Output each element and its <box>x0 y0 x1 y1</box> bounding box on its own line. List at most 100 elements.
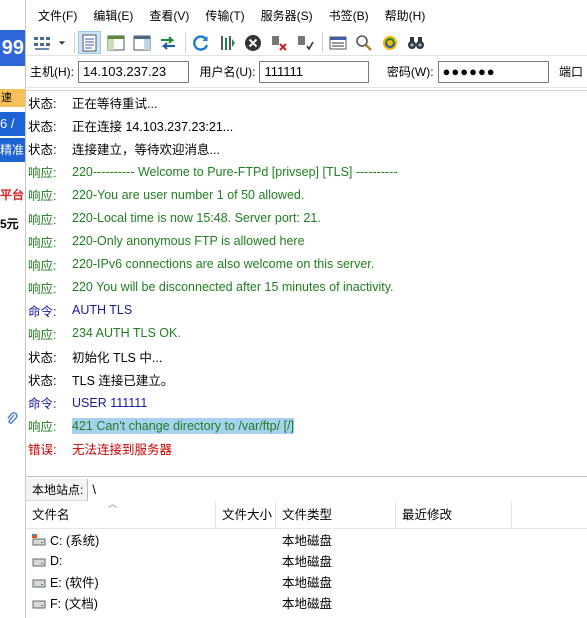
file-type: 本地磁盘 <box>282 576 333 590</box>
drive-icon <box>32 600 46 608</box>
site-manager-button[interactable] <box>30 31 53 54</box>
reconnect-icon <box>297 35 314 51</box>
local-path-input[interactable]: \ <box>88 478 587 501</box>
log-row-selected: 响应: 421 Can't change directory to /var/ft… <box>26 414 587 437</box>
background-text: 6 / <box>0 112 25 136</box>
toolbar-separator <box>185 32 186 53</box>
message-log[interactable]: 状态: 正在等待重试... 状态: 正在连接 14.103.237.23:21...… <box>26 90 587 477</box>
file-type: 本地磁盘 <box>282 555 333 569</box>
filter-icon <box>329 36 346 49</box>
file-name: C: (系统) <box>50 534 100 548</box>
log-type: 状态: <box>28 120 57 135</box>
process-queue-button[interactable] <box>215 31 238 54</box>
toggle-remote-tree-button[interactable] <box>130 31 153 54</box>
log-message: 正在等待重试... <box>72 97 158 112</box>
toolbar-separator <box>74 32 75 53</box>
background-text: 精准 <box>0 138 25 162</box>
log-row: 命令: AUTH TLS <box>26 299 587 322</box>
refresh-button[interactable] <box>189 31 212 54</box>
background-tag: 速 <box>0 89 25 107</box>
log-row: 响应: 220-Only anonymous FTP is allowed her… <box>26 230 587 253</box>
site-manager-icon <box>33 36 50 50</box>
local-tree-icon <box>107 35 124 50</box>
find-files-button[interactable] <box>404 31 427 54</box>
file-name: E: (软件) <box>50 576 99 590</box>
column-modified[interactable]: 最近修改 <box>396 500 512 529</box>
log-row: 响应: 220-IPv6 connections are also welcome… <box>26 253 587 276</box>
log-message: 220-Local time is now 15:48. Server port… <box>72 211 321 226</box>
column-filesize[interactable]: 文件大小 <box>216 500 276 529</box>
message-log-icon <box>82 34 96 51</box>
local-path-bar: 本地站点: \ <box>26 478 587 501</box>
host-label: 主机(H): <box>30 65 74 79</box>
sort-indicator-icon: ︿ <box>108 499 118 509</box>
menu-server[interactable]: 服务器(S) <box>253 7 321 24</box>
directory-listing-filter-button[interactable] <box>326 31 349 54</box>
file-row[interactable]: F: (文档) 本地磁盘 <box>26 592 587 613</box>
menu-transfer[interactable]: 传输(T) <box>197 7 252 24</box>
log-row: 命令: USER 111111 <box>26 391 587 414</box>
file-type: 本地磁盘 <box>282 597 333 611</box>
menu-file[interactable]: 文件(F) <box>30 7 85 24</box>
log-message: 220---------- Welcome to Pure-FTPd [priv… <box>72 164 398 179</box>
password-label: 密码(W): <box>386 65 434 79</box>
binoculars-icon <box>407 36 424 49</box>
log-message: 正在连接 14.103.237.23:21... <box>72 120 234 135</box>
toolbar-separator <box>322 32 323 53</box>
cancel-operation-button[interactable] <box>241 31 264 54</box>
log-row-error: 错误: 无法连接到服务器 <box>26 437 587 460</box>
cancel-icon <box>244 34 261 51</box>
log-type: 响应: <box>28 281 57 296</box>
log-message: 220-You are user number 1 of 50 allowed. <box>72 187 305 202</box>
column-filetype[interactable]: 文件类型 <box>276 500 396 529</box>
menu-help[interactable]: 帮助(H) <box>377 7 434 24</box>
log-row: 状态: TLS 连接已建立。 <box>26 368 587 391</box>
log-type: 响应: <box>28 166 57 181</box>
chevron-down-icon <box>58 40 66 45</box>
toggle-message-log-button[interactable] <box>78 31 101 54</box>
menu-bar: 文件(F) 编辑(E) 查看(V) 传输(T) 服务器(S) 书签(B) 帮助(… <box>26 0 587 30</box>
synchronized-browsing-button[interactable] <box>378 31 401 54</box>
search-icon <box>355 34 372 51</box>
column-filename[interactable]: 文件名 <box>26 500 216 529</box>
log-row: 响应: 220 You will be disconnected after 15… <box>26 276 587 299</box>
port-label: 端口 <box>558 65 583 79</box>
menu-view[interactable]: 查看(V) <box>141 7 197 24</box>
file-name: D: <box>50 553 63 568</box>
file-row[interactable]: E: (软件) 本地磁盘 <box>26 571 587 592</box>
remote-tree-icon <box>133 35 150 50</box>
username-input[interactable]: 111111 <box>259 60 369 83</box>
log-type: 状态: <box>28 351 57 366</box>
toggle-local-tree-button[interactable] <box>104 31 127 54</box>
log-row: 响应: 220-You are user number 1 of 50 allow… <box>26 183 587 206</box>
file-row[interactable]: C: (系统) 本地磁盘 <box>26 529 587 550</box>
log-type: 响应: <box>28 189 57 204</box>
reconnect-button[interactable] <box>293 31 316 54</box>
log-type: 响应: <box>28 327 57 342</box>
log-message: 220 You will be disconnected after 15 mi… <box>72 280 394 295</box>
filezilla-window: 文件(F) 编辑(E) 查看(V) 传输(T) 服务器(S) 书签(B) 帮助(… <box>26 0 587 618</box>
file-list-header: ︿ 文件名 文件大小 文件类型 最近修改 <box>26 499 587 529</box>
background-window: 99 速 6 / 精准 平台 5元 <box>0 0 26 618</box>
system-drive-icon <box>32 533 46 545</box>
password-input[interactable]: ●●●●●● <box>437 60 549 83</box>
log-type: 命令: <box>28 304 57 319</box>
log-type: 响应: <box>28 235 57 250</box>
log-message: 220-Only anonymous FTP is allowed here <box>72 234 305 249</box>
log-message: AUTH TLS <box>72 303 133 318</box>
drive-icon <box>32 558 46 566</box>
search-remote-files-button[interactable] <box>352 31 375 54</box>
host-input[interactable]: 14.103.237.23 <box>78 60 190 83</box>
file-name: F: (文档) <box>50 597 98 611</box>
file-row[interactable]: D: 本地磁盘 <box>26 550 587 571</box>
menu-bookmarks[interactable]: 书签(B) <box>321 7 377 24</box>
toggle-transfer-queue-button[interactable] <box>156 31 179 54</box>
log-row: 响应: 234 AUTH TLS OK. <box>26 322 587 345</box>
log-message: 无法连接到服务器 <box>72 443 173 458</box>
log-type: 状态: <box>28 143 57 158</box>
site-manager-dropdown[interactable] <box>56 31 68 54</box>
refresh-icon <box>192 34 208 51</box>
menu-edit[interactable]: 编辑(E) <box>85 7 141 24</box>
disconnect-button[interactable] <box>267 31 290 54</box>
log-row: 响应: 220-Local time is now 15:48. Server p… <box>26 206 587 229</box>
